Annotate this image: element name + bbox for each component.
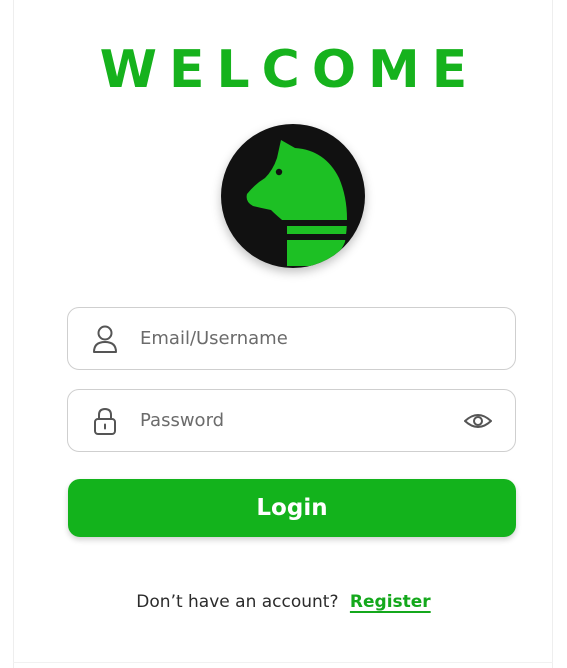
user-icon [92, 324, 118, 354]
register-prompt-text: Don’t have an account? [136, 592, 339, 612]
password-field[interactable] [67, 389, 516, 452]
register-prompt-row: Don’t have an account? Register [0, 590, 567, 614]
password-input[interactable] [140, 400, 461, 441]
eye-icon[interactable] [461, 406, 495, 436]
lock-icon [92, 406, 118, 436]
login-button[interactable]: Login [68, 479, 516, 537]
login-screen: WELCOME Email/Username Login Don’t have … [0, 0, 567, 668]
email-field[interactable] [67, 307, 516, 370]
register-link[interactable]: Register [350, 592, 431, 612]
frame-edge-bottom [13, 662, 553, 663]
email-input[interactable] [140, 318, 515, 359]
welcome-title: WELCOME [99, 40, 480, 100]
knight-horse-icon [221, 124, 365, 268]
